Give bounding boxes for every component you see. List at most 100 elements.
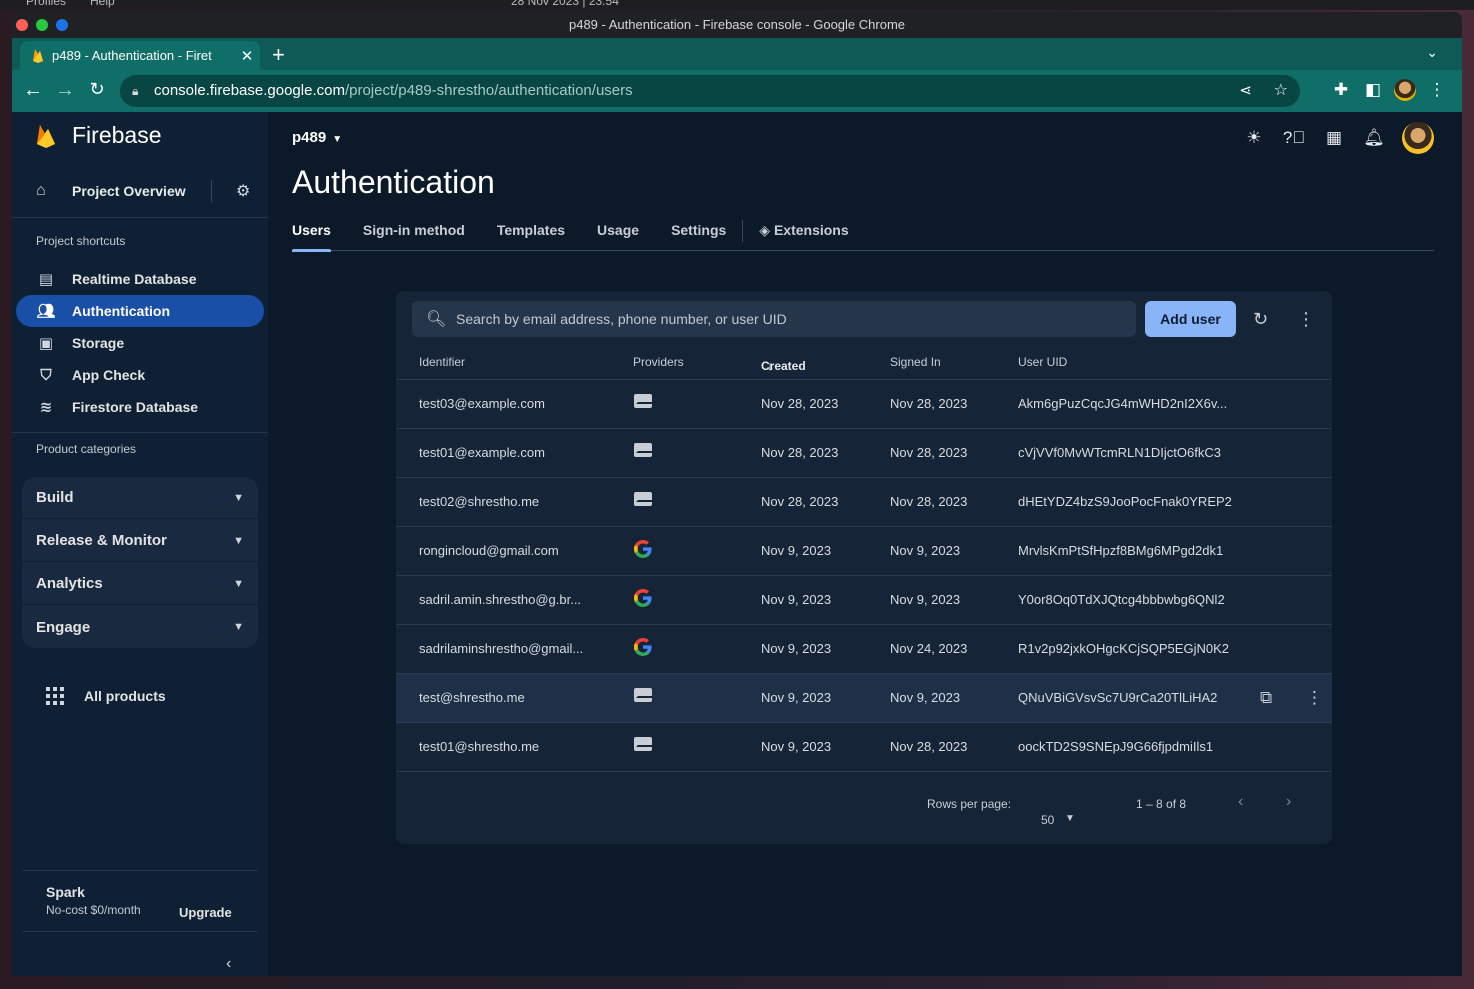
cell-identifier: test03@example.com — [419, 396, 545, 411]
os-menu-profiles[interactable]: Profiles — [26, 0, 66, 8]
cell-created: Nov 9, 2023 — [761, 690, 832, 705]
tab-templates[interactable]: Templates — [497, 222, 565, 251]
address-bar[interactable]: 🔒︎ console.firebase.google.com/project/p… — [120, 75, 1300, 107]
sidebar-item-firestore-database[interactable]: ≋ Firestore Database — [16, 391, 264, 423]
chevron-down-icon: ▼ — [233, 621, 244, 633]
maximize-window-button[interactable] — [36, 19, 48, 31]
os-top-bar: Profiles Help 28 Nov 2023 | 23:54 — [0, 0, 1474, 10]
category-analytics[interactable]: Analytics ▼ — [22, 563, 258, 605]
add-user-button[interactable]: Add user — [1145, 301, 1236, 337]
next-page-icon[interactable]: › — [1286, 793, 1291, 811]
sidebar-item-realtime-database[interactable]: ▤ Realtime Database — [16, 263, 264, 295]
email-provider-icon — [634, 737, 652, 751]
upgrade-button[interactable]: Upgrade — [179, 905, 232, 920]
side-panel-icon[interactable]: ◧ — [1362, 80, 1384, 100]
cell-user-uid: oockTD2S9SNEpJ9G66fjpdmiIls1 — [1018, 739, 1214, 754]
table-row[interactable]: test03@example.com Nov 28, 2023 Nov 28, 20… — [396, 380, 1332, 429]
more-vert-icon[interactable]: ⋮ — [1297, 309, 1315, 330]
back-icon[interactable]: ← — [22, 79, 44, 102]
table-row[interactable]: test01@example.com Nov 28, 2023 Nov 28, 20… — [396, 429, 1332, 478]
collapse-sidebar-icon[interactable]: ‹ — [226, 955, 231, 973]
reload-icon[interactable]: ↻ — [86, 79, 108, 100]
cell-signed-in: Nov 24, 2023 — [890, 641, 968, 656]
row-more-vert-icon[interactable]: ⋮ — [1306, 688, 1323, 708]
column-user-uid: User UID — [1018, 355, 1068, 369]
tab-usage[interactable]: Usage — [597, 222, 639, 251]
share-icon[interactable]: ⋖ — [1239, 75, 1252, 107]
tab-extensions[interactable]: ◈ Extensions — [759, 222, 848, 251]
sidebar-divider — [12, 217, 268, 218]
column-signed-in[interactable]: Signed In — [890, 355, 941, 369]
notifications-bell-icon[interactable]: 🔔︎ — [1354, 128, 1394, 148]
browser-menu-icon[interactable]: ⋮ — [1426, 80, 1448, 100]
profile-avatar[interactable] — [1394, 79, 1416, 101]
settings-gear-icon[interactable]: ⚙ — [236, 181, 256, 201]
auth-tabs: Users Sign-in method Templates Usage Set… — [292, 220, 1434, 252]
chevron-down-icon: ▼ — [233, 534, 244, 547]
table-row[interactable]: sadril.amin.shrestho@g.br... Nov 9, 2023 N… — [396, 576, 1332, 625]
sidebar-item-authentication[interactable]: 👥︎ Authentication — [16, 295, 264, 327]
window-title: p489 - Authentication - Firebase console… — [568, 17, 906, 32]
cell-signed-in: Nov 28, 2023 — [890, 396, 968, 411]
dropdown-arrow-icon: ▼ — [1065, 813, 1075, 824]
cell-identifier: sadrilaminshrestho@gmail... — [419, 641, 584, 656]
extensions-puzzle-icon[interactable]: ✚ — [1330, 80, 1352, 100]
tab-strip: p489 - Authentication - Firet ✕ + ⌄ — [12, 38, 1462, 70]
browser-tab[interactable]: p489 - Authentication - Firet ✕ — [20, 41, 260, 70]
sidebar-item-app-check[interactable]: ⛉ App Check — [16, 359, 264, 391]
tab-settings[interactable]: Settings — [671, 222, 726, 251]
project-overview-label: Project Overview — [72, 183, 186, 199]
cell-identifier: rongincloud@gmail.com — [419, 543, 559, 558]
os-menu-help[interactable]: Help — [90, 0, 115, 8]
firebase-brand[interactable]: Firebase — [36, 122, 161, 149]
refresh-icon[interactable]: ↻ — [1253, 309, 1268, 330]
account-avatar[interactable] — [1402, 122, 1434, 154]
search-input[interactable] — [456, 311, 1106, 327]
column-providers: Providers — [633, 355, 684, 369]
image-icon: ▣ — [38, 335, 54, 352]
minimize-window-button[interactable] — [56, 19, 68, 31]
cell-identifier: sadril.amin.shrestho@g.br... — [419, 592, 582, 607]
category-release-monitor[interactable]: Release & Monitor ▼ — [22, 520, 258, 562]
table-row[interactable]: test01@shrestho.me Nov 9, 2023 Nov 28, 202… — [396, 723, 1332, 772]
email-provider-icon — [634, 492, 652, 506]
tab-users[interactable]: Users — [292, 222, 331, 252]
lock-icon[interactable]: 🔒︎ — [132, 75, 138, 107]
all-products-link[interactable]: All products — [46, 687, 166, 705]
project-overview-link[interactable]: ⌂ Project Overview ⚙ — [36, 180, 256, 202]
firebase-favicon-icon — [33, 48, 43, 63]
sidebar-item-label: Realtime Database — [72, 271, 197, 287]
category-engage[interactable]: Engage ▼ — [22, 606, 258, 648]
firebase-console: Firebase ⌂ Project Overview ⚙ Project sh… — [12, 112, 1462, 976]
close-window-button[interactable] — [16, 19, 28, 31]
table-row[interactable]: test@shrestho.me Nov 9, 2023 Nov 9, 2023 QN… — [396, 674, 1332, 723]
new-tab-icon[interactable]: + — [272, 42, 285, 68]
cell-signed-in: Nov 28, 2023 — [890, 494, 968, 509]
table-row[interactable]: rongincloud@gmail.com Nov 9, 2023 Nov 9, 2… — [396, 527, 1332, 576]
sidebar-item-storage[interactable]: ▣ Storage — [16, 327, 264, 359]
theme-sun-icon[interactable]: ☀ — [1234, 128, 1274, 148]
user-search[interactable]: 🔍︎ — [412, 301, 1136, 337]
bookmark-star-icon[interactable]: ☆ — [1274, 75, 1288, 107]
chevron-down-icon: ▼ — [233, 577, 244, 590]
help-icon[interactable]: ?⃝ — [1274, 128, 1314, 148]
copy-uid-icon[interactable]: ⧉ — [1260, 688, 1272, 708]
apps-grid-icon — [46, 687, 64, 705]
tab-sign-in-method[interactable]: Sign-in method — [363, 222, 465, 251]
category-label: Engage — [36, 618, 91, 636]
tab-search-chevron-icon[interactable]: ⌄ — [1426, 44, 1438, 61]
project-selector[interactable]: p489 ▼ — [292, 129, 342, 146]
email-provider-icon — [634, 688, 652, 702]
product-categories: Build ▼ Release & Monitor ▼ Analytics ▼ … — [22, 477, 258, 648]
table-row[interactable]: sadrilaminshrestho@gmail... Nov 9, 2023 No… — [396, 625, 1332, 674]
table-row[interactable]: test02@shrestho.me Nov 28, 2023 Nov 28, 20… — [396, 478, 1332, 527]
home-icon: ⌂ — [36, 182, 46, 199]
forward-icon[interactable]: → — [54, 79, 76, 102]
column-identifier[interactable]: Identifier — [419, 355, 465, 369]
browser-toolbar: ← → ↻ 🔒︎ console.firebase.google.com/pro… — [12, 70, 1462, 112]
tab-extensions-label: Extensions — [773, 222, 849, 238]
previous-page-icon[interactable]: ‹ — [1238, 793, 1243, 811]
close-tab-icon[interactable]: ✕ — [234, 47, 260, 65]
notes-icon[interactable]: ▦ — [1314, 128, 1354, 148]
category-build[interactable]: Build ▼ — [22, 477, 258, 519]
